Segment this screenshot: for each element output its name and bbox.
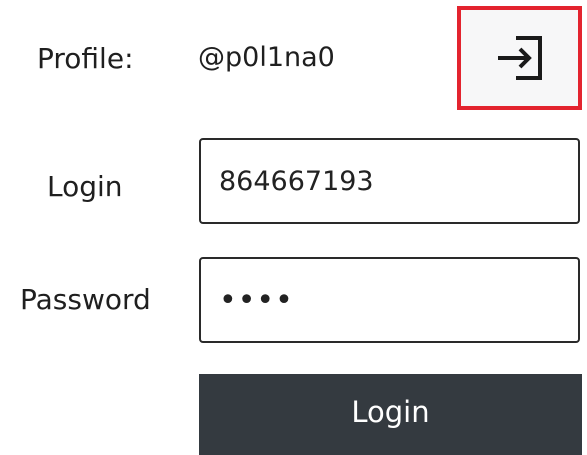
login-label: Login (47, 170, 123, 203)
login-panel: Profile: @p0l1na0 Login Password Login (0, 0, 587, 455)
password-input[interactable] (199, 257, 580, 343)
sign-in-icon (497, 36, 542, 80)
login-button[interactable]: Login (199, 374, 582, 455)
login-button-label: Login (351, 395, 430, 429)
login-input[interactable] (199, 138, 580, 224)
profile-label: Profile: (37, 42, 134, 75)
password-label: Password (20, 283, 151, 316)
sign-in-button[interactable] (457, 6, 582, 110)
profile-username: @p0l1na0 (198, 42, 335, 73)
